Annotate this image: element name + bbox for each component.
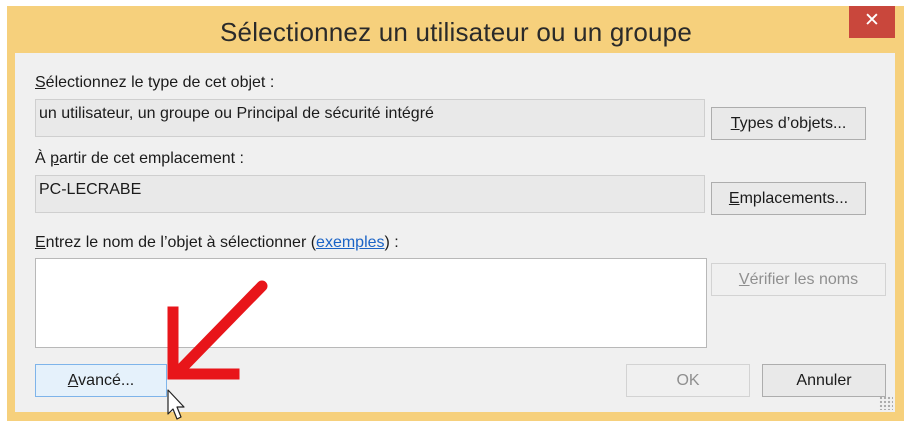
red-arrow-shaft	[176, 280, 268, 374]
mouse-cursor-icon	[167, 389, 185, 420]
red-arrow-annotation	[167, 280, 268, 420]
